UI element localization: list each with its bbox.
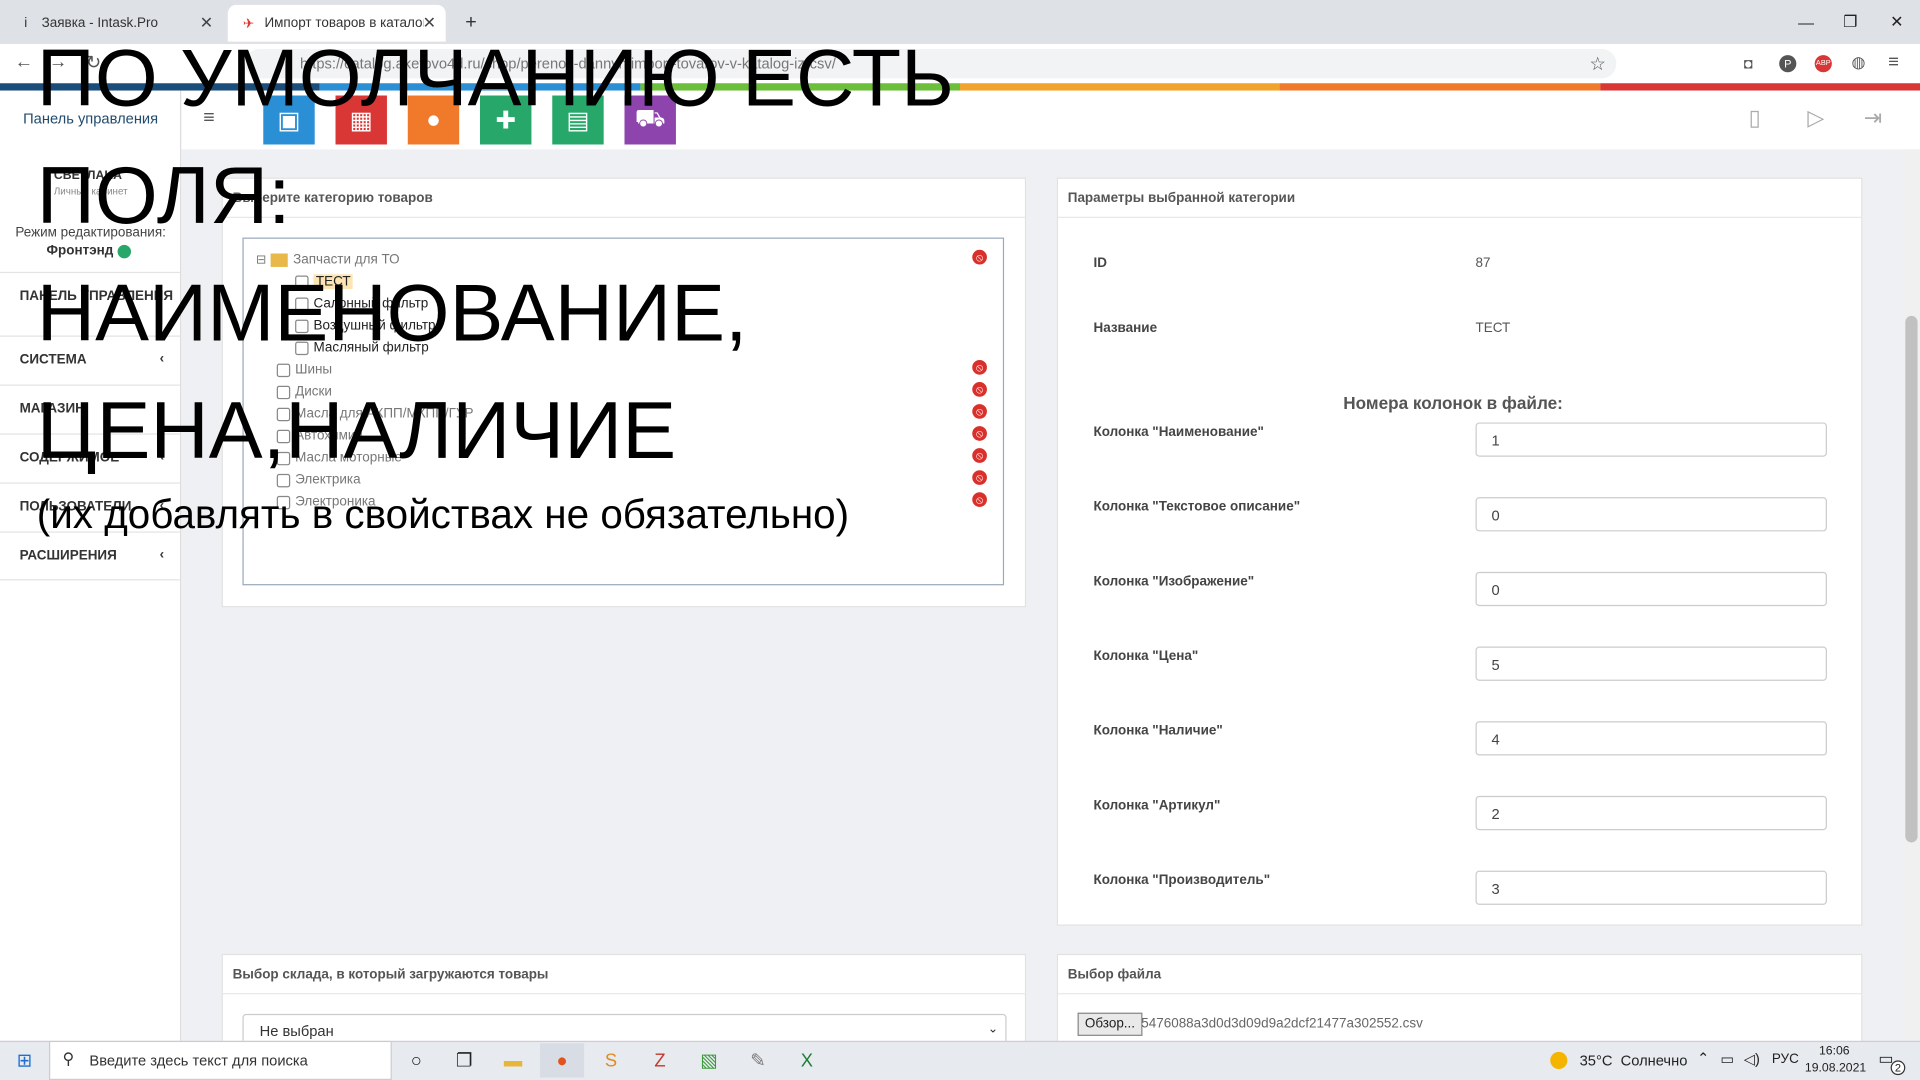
panel-title: Выбор файла bbox=[1057, 955, 1862, 995]
delete-icon[interactable]: ⦸ bbox=[972, 404, 987, 419]
chevron-down-icon: ⌄ bbox=[987, 1022, 998, 1036]
paint-icon[interactable]: ✎ bbox=[736, 1043, 780, 1077]
column-description-input[interactable]: 0 bbox=[1475, 497, 1827, 532]
node-label: Запчасти для ТО bbox=[293, 252, 400, 267]
sublime-icon[interactable]: S bbox=[589, 1043, 633, 1077]
logout-icon[interactable]: ⇥ bbox=[1864, 105, 1882, 131]
name-label: Название bbox=[1093, 320, 1158, 336]
column-label: Колонка "Цена" bbox=[1093, 648, 1199, 664]
info-icon: i bbox=[24, 15, 28, 31]
close-icon[interactable]: ✕ bbox=[423, 13, 436, 33]
node-label: Шины bbox=[295, 362, 333, 378]
column-label: Колонка "Производитель" bbox=[1093, 873, 1271, 888]
delete-icon[interactable]: ⦸ bbox=[972, 470, 987, 485]
profile-icon[interactable]: P bbox=[1779, 55, 1797, 73]
sidebar-item-extensions[interactable]: РАСШИРЕНИЯ ‹ bbox=[0, 531, 182, 581]
task-view-icon[interactable]: ❐ bbox=[442, 1043, 486, 1077]
windows-start-icon[interactable]: ⊞ bbox=[2, 1043, 46, 1077]
column-label: Колонка "Артикул" bbox=[1093, 798, 1221, 814]
overlay-note: (их добавлять в свойствах не обязательно… bbox=[36, 491, 850, 537]
search-placeholder: Введите здесь текст для поиска bbox=[89, 1051, 308, 1069]
tab-label: Импорт товаров в каталог из С bbox=[264, 15, 424, 31]
volume-icon[interactable]: ◁) bbox=[1744, 1051, 1760, 1068]
play-icon[interactable]: ▷ bbox=[1807, 105, 1824, 131]
toggle-icon[interactable] bbox=[117, 244, 132, 259]
file-panel: Выбор файла bbox=[1056, 953, 1863, 1052]
overlay-line: ПОЛЯ: bbox=[36, 149, 291, 241]
column-stock-input[interactable]: 4 bbox=[1475, 721, 1827, 756]
weather-text[interactable]: 35°C Солнечно bbox=[1580, 1052, 1688, 1069]
tree-node[interactable]: Шины bbox=[276, 359, 333, 381]
clock-time[interactable]: 16:06 bbox=[1810, 1044, 1859, 1057]
column-label: Колонка "Текстовое описание" bbox=[1093, 499, 1301, 515]
image-editor-icon[interactable]: ▧ bbox=[687, 1043, 731, 1077]
delete-icon[interactable]: ⦸ bbox=[972, 492, 987, 507]
column-label: Колонка "Наименование" bbox=[1093, 424, 1264, 440]
restore-icon[interactable]: ❐ bbox=[1827, 0, 1874, 44]
chevron-left-icon: ‹ bbox=[159, 547, 165, 563]
id-label: ID bbox=[1093, 255, 1107, 271]
tab-label: Заявка - Intask.Pro bbox=[41, 15, 158, 31]
column-image-input[interactable]: 0 bbox=[1475, 571, 1827, 607]
close-icon[interactable]: ✕ bbox=[200, 13, 213, 33]
column-label: Колонка "Изображение" bbox=[1093, 574, 1255, 589]
name-value: ТЕСТ bbox=[1475, 320, 1511, 336]
checkbox[interactable] bbox=[276, 473, 291, 487]
scrollbar-thumb[interactable] bbox=[1905, 315, 1918, 843]
select-value: Не выбран bbox=[259, 1022, 334, 1040]
notification-count: 2 bbox=[1890, 1060, 1906, 1076]
delete-icon[interactable]: ⦸ bbox=[972, 382, 987, 397]
panel-title: Выберите категорию товаров bbox=[222, 179, 1025, 218]
edit-mode-value[interactable]: Фронтэнд bbox=[47, 244, 114, 259]
rocket-icon: ✈ bbox=[242, 16, 255, 32]
clipboard-icon[interactable]: ▯ bbox=[1749, 105, 1761, 131]
delete-icon[interactable]: ⦸ bbox=[972, 426, 987, 441]
sun-icon[interactable] bbox=[1550, 1051, 1568, 1069]
taskbar-search[interactable]: ⚲ Введите здесь текст для поиска bbox=[48, 1040, 392, 1080]
collapse-icon[interactable]: ⊟ bbox=[256, 253, 266, 266]
minimize-icon[interactable]: — bbox=[1783, 0, 1830, 44]
sidebar-item-label: РАСШИРЕНИЯ bbox=[19, 548, 117, 564]
overlay-line: НАИМЕНОВАНИЕ, bbox=[36, 266, 748, 358]
pocket-icon[interactable]: ◘ bbox=[1744, 55, 1753, 72]
globe-icon[interactable]: ◍ bbox=[1851, 53, 1865, 73]
filezilla-icon[interactable]: Z bbox=[638, 1043, 682, 1077]
delete-icon[interactable]: ⦸ bbox=[972, 249, 987, 265]
cortana-icon[interactable]: ○ bbox=[394, 1043, 438, 1077]
tray-chevron-icon[interactable]: ⌃ bbox=[1697, 1049, 1709, 1066]
id-value: 87 bbox=[1475, 255, 1491, 271]
network-icon[interactable]: ▭ bbox=[1720, 1051, 1734, 1068]
back-icon[interactable]: ← bbox=[15, 51, 33, 72]
column-sku-input[interactable]: 2 bbox=[1475, 795, 1827, 831]
explorer-icon[interactable]: ▬ bbox=[491, 1043, 535, 1077]
checkbox[interactable] bbox=[276, 363, 291, 377]
browse-button[interactable]: Обзор... bbox=[1077, 1012, 1143, 1036]
column-price-input[interactable]: 5 bbox=[1475, 646, 1827, 681]
star-icon[interactable]: ☆ bbox=[1589, 53, 1605, 75]
panel-title: Параметры выбранной категории bbox=[1057, 179, 1862, 218]
language-indicator[interactable]: РУС bbox=[1772, 1052, 1799, 1067]
overlay-line: ПО УМОЛЧАНИЮ ЕСТЬ bbox=[36, 31, 955, 123]
search-icon: ⚲ bbox=[62, 1049, 75, 1068]
excel-icon[interactable]: X bbox=[785, 1043, 829, 1077]
close-window-icon[interactable]: ✕ bbox=[1873, 0, 1920, 44]
folder-icon bbox=[271, 252, 289, 267]
column-name-input[interactable]: 1 bbox=[1475, 422, 1827, 457]
delete-icon[interactable]: ⦸ bbox=[972, 448, 987, 463]
panel-title: Выбор склада, в который загружаются това… bbox=[222, 955, 1025, 995]
column-manufacturer-input[interactable]: 3 bbox=[1475, 870, 1827, 905]
adblock-icon[interactable]: ABP bbox=[1814, 55, 1832, 73]
columns-heading: Номера колонок в файле: bbox=[1343, 393, 1563, 413]
menu-icon[interactable]: ≡ bbox=[1888, 51, 1899, 72]
delete-icon[interactable]: ⦸ bbox=[972, 360, 987, 375]
file-name: 5476088a3d0d3d09d9a2dcf21477a302552.csv bbox=[1141, 1016, 1423, 1032]
firefox-icon[interactable]: ● bbox=[540, 1043, 585, 1078]
overlay-line: ЦЕНА,НАЛИЧИЕ bbox=[36, 384, 677, 476]
column-label: Колонка "Наличие" bbox=[1093, 723, 1223, 739]
clock-date[interactable]: 19.08.2021 bbox=[1805, 1062, 1866, 1075]
